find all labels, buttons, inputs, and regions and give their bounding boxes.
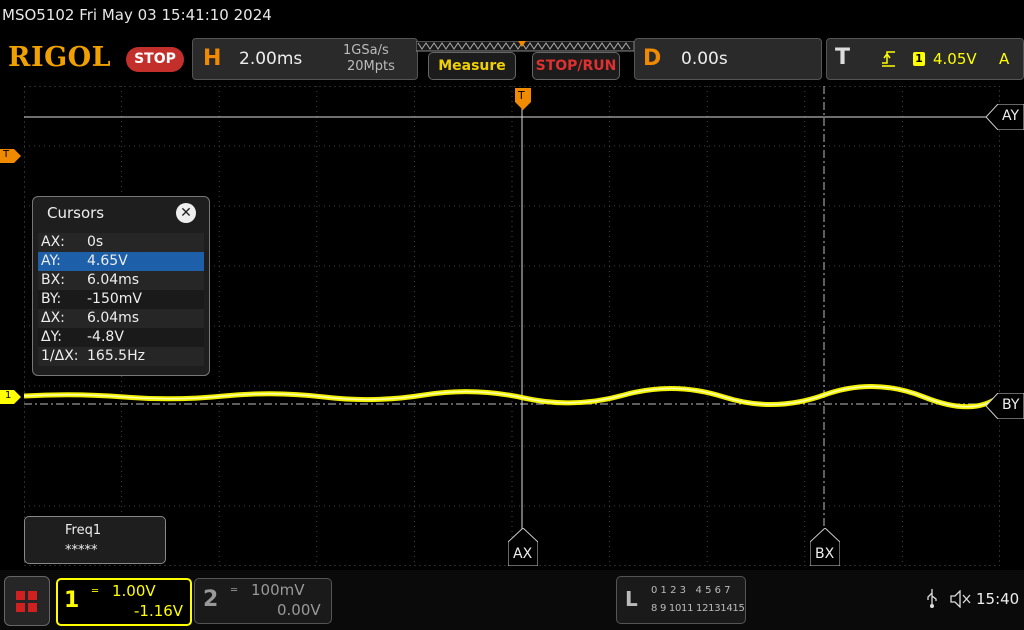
measure-item-freq1[interactable]: Freq1 ***** [24,516,166,564]
ay-tag-label: AY [1002,108,1020,124]
cursor-row-value: -4.8V [87,329,124,345]
trigger-letter: T [835,45,851,70]
cursor-row-value: -150mV [87,291,142,307]
bx-tag[interactable]: BX [809,527,841,567]
cursor-row-key: AX: [41,234,65,250]
ch1-coupling-icon: ═ [92,586,98,597]
bx-tag-label: BX [815,546,835,562]
cursor-row-key: BX: [41,272,65,288]
delay-value: 0.00s [681,49,728,69]
menu-grid-icon [16,591,37,612]
cursor-row-by[interactable]: BY: -150mV [38,290,204,309]
memory-strip [415,38,635,52]
run-state-badge[interactable]: STOP [126,47,184,72]
cursor-row-key: ΔX: [41,310,65,326]
sample-rate: 1GSa/s [343,43,389,58]
close-icon[interactable]: ✕ [176,203,196,223]
measure-item-label: Freq1 [65,523,102,538]
main-menu-button[interactable] [4,576,50,626]
logic-channels[interactable]: L 0 1 2 3 4 5 6 7 8 9 1011 12131415 [616,576,746,624]
delay-panel[interactable]: D 0.00s [634,38,822,80]
measure-item-value: ***** [65,543,98,558]
ax-tag[interactable]: AX [507,527,539,567]
cursor-row-ay[interactable]: AY: 4.65V [38,252,204,271]
cursor-row-ax[interactable]: AX: 0s [38,233,204,252]
trigger-level: 4.05V [933,50,977,68]
trigger-level-marker-label: T [3,149,10,160]
cursor-row-value: 165.5Hz [87,348,145,364]
trigger-position-label: T [518,89,525,102]
logic-row1: 0 1 2 3 4 5 6 7 [651,585,731,596]
logic-letter: L [625,587,638,611]
cursors-table: AX: 0s AY: 4.65V BX: 6.04ms BY: -150mV ΔX: 6.… [33,233,209,371]
cursor-row-value: 0s [87,234,104,250]
by-tag[interactable]: BY [985,392,1024,420]
model-datetime: MSO5102 Fri May 03 15:41:10 2024 [2,6,272,24]
ch2-offset: 0.00V [277,601,321,619]
ch1-offset-marker-label: 1 [5,390,12,401]
ch1-offset-marker[interactable]: 1 [0,389,22,404]
clock-time: 15:40 [976,590,1020,608]
cursor-row-value: 6.04ms [87,272,140,288]
logic-row2: 8 9 1011 12131415 [651,603,745,614]
ch1-settings[interactable]: 1 ═ 1.00V -1.16V [56,578,192,626]
horizontal-letter: H [203,46,222,71]
ch2-scale: 100mV [251,581,305,599]
stop-run-button[interactable]: STOP/RUN [532,52,620,80]
delay-letter: D [643,46,662,71]
cursor-row-bx[interactable]: BX: 6.04ms [38,271,204,290]
brand-logo: RIGOL [8,42,112,73]
ch2-coupling-icon: ═ [231,585,238,596]
ax-tag-label: AX [513,546,533,562]
cursors-panel[interactable]: Cursors ✕ AX: 0s AY: 4.65V BX: 6.04ms BY: -1… [32,196,210,376]
cursor-row-dx[interactable]: ΔX: 6.04ms [38,309,204,328]
trigger-level-marker[interactable]: T [0,148,22,163]
cursor-row-value: 4.65V [87,253,128,269]
cursor-row-key: AY: [41,253,61,269]
measure-button[interactable]: Measure [428,52,516,80]
horizontal-panel[interactable]: H 2.00ms 1GSa/s 20Mpts [192,38,418,80]
ch1-number: 1 [64,588,80,613]
bottom-status-bar: 1 ═ 1.00V -1.16V 2 ═ 100mV 0.00V L 0 1 2… [0,570,1024,630]
trigger-source-badge: 1 [913,52,925,66]
trigger-edge-icon [881,49,897,71]
usb-icon [924,588,940,612]
cursor-row-inv-dx[interactable]: 1/ΔX: 165.5Hz [38,347,204,366]
trigger-position-marker[interactable]: T [515,88,531,110]
trigger-panel[interactable]: T 1 4.05V A [826,38,1024,80]
horizontal-scale: 2.00ms [239,49,303,69]
by-tag-label: BY [1002,397,1020,413]
ch2-settings[interactable]: 2 ═ 100mV 0.00V [194,578,332,624]
memory-depth: 20Mpts [347,59,395,74]
ch1-offset: -1.16V [134,602,184,620]
cursor-row-key: 1/ΔX: [41,348,79,364]
cursor-row-key: ΔY: [41,329,62,345]
sound-muted-icon[interactable] [950,589,972,612]
cursor-row-value: 6.04ms [87,310,140,326]
cursor-row-key: BY: [41,291,62,307]
ay-tag[interactable]: AY [985,103,1024,131]
ch1-scale: 1.00V [112,582,156,600]
trigger-mode: A [999,50,1010,68]
cursor-row-dy[interactable]: ΔY: -4.8V [38,328,204,347]
ch2-number: 2 [203,587,219,612]
